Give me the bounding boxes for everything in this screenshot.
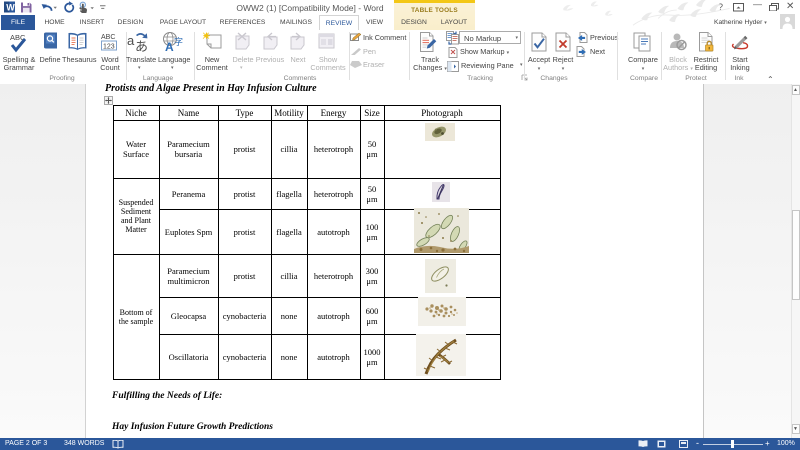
- svg-text:123: 123: [103, 44, 115, 51]
- svg-text:W: W: [6, 3, 15, 13]
- svg-text:あ: あ: [135, 39, 148, 54]
- svg-text:A: A: [165, 40, 174, 54]
- svg-text:字: 字: [174, 36, 183, 47]
- svg-text:ABC: ABC: [101, 34, 115, 41]
- svg-text:a: a: [127, 33, 135, 48]
